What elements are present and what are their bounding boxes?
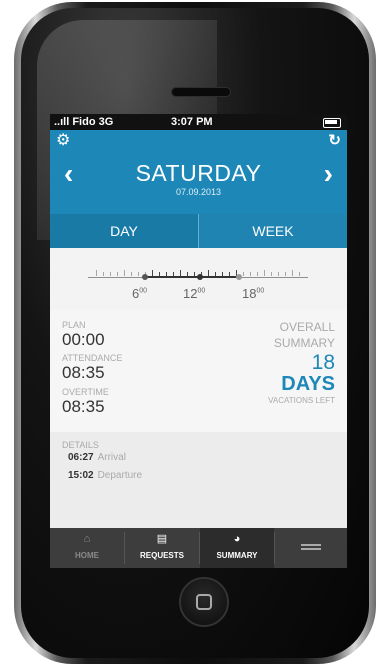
- view-tabs: DAY WEEK: [50, 214, 347, 248]
- refresh-icon[interactable]: ↻: [328, 133, 341, 149]
- timeline-tick: [103, 272, 104, 276]
- details-label: DETAILS: [62, 440, 99, 450]
- detail-desc: Arrival: [97, 452, 126, 463]
- tab-day[interactable]: DAY: [50, 214, 198, 248]
- timeline-tick: [271, 272, 272, 276]
- gear-icon[interactable]: ⚙: [56, 133, 70, 149]
- timeline-tick: [243, 272, 244, 276]
- timeline-label-6: 600: [132, 286, 148, 301]
- timeline-tick: [278, 272, 279, 276]
- timeline-tick: [131, 272, 132, 276]
- timeline-tick: [208, 270, 209, 276]
- tabbar-summary-label: SUMMARY: [216, 551, 258, 560]
- tabbar-summary[interactable]: ◕ SUMMARY: [200, 528, 274, 568]
- date-header: ⚙ ↻ ‹ › SATURDAY 07.09.2013: [50, 130, 347, 214]
- status-bar: ..ıll Fido 3G 3:07 PM: [50, 114, 347, 130]
- detail-desc: Departure: [97, 470, 143, 481]
- summary-line2: SUMMARY: [273, 336, 335, 350]
- timeline-tick: [299, 272, 300, 276]
- timeline-tick: [194, 272, 195, 276]
- vacation-days-count: 18: [311, 351, 335, 374]
- detail-time: 06:27: [68, 452, 94, 463]
- battery-icon: [323, 118, 341, 128]
- timeline-tick: [229, 272, 230, 276]
- vacations-left-label: VACATIONS LEFT: [268, 396, 335, 405]
- overtime-label: OVERTIME: [62, 387, 109, 397]
- day-date: 07.09.2013: [175, 187, 222, 197]
- overtime-value: 08:35: [62, 397, 105, 416]
- timeline-tick: [264, 270, 265, 276]
- tabbar-requests[interactable]: ▤ REQUESTS: [125, 528, 199, 568]
- document-icon: ▤: [156, 533, 168, 545]
- timeline-label-12: 1200: [183, 286, 206, 301]
- timeline-tick: [96, 270, 97, 276]
- detail-row: 15:02 Departure: [68, 470, 142, 481]
- timeline-tick: [124, 270, 125, 276]
- home-square-icon: [196, 594, 212, 610]
- timeline-end-dot: [236, 274, 242, 280]
- bottom-tab-bar: ⌂ HOME ▤ REQUESTS ◕ SUMMARY: [50, 528, 347, 568]
- timeline-tick: [250, 272, 251, 276]
- tabbar-home[interactable]: ⌂ HOME: [50, 528, 124, 568]
- timeline-tick: [173, 272, 174, 276]
- details-panel: DETAILS 06:27 Arrival 15:02 Departure: [50, 432, 347, 528]
- timeline-now-dot: [197, 274, 203, 280]
- earpiece-speaker: [171, 87, 231, 97]
- tab-week[interactable]: WEEK: [199, 214, 347, 248]
- timeline-tick: [285, 272, 286, 276]
- timeline-tick: [166, 272, 167, 276]
- detail-time: 15:02: [68, 470, 94, 481]
- menu-icon: [301, 544, 321, 546]
- day-timeline[interactable]: 600 1200 1800: [50, 248, 347, 310]
- timeline-tick: [215, 272, 216, 276]
- timeline-active-span: [145, 276, 241, 278]
- day-title: SATURDAY: [135, 160, 262, 186]
- timeline-tick: [187, 272, 188, 276]
- summary-line1: OVERALL: [279, 320, 335, 334]
- pie-chart-icon: ◕: [233, 533, 241, 545]
- timeline-tick: [222, 272, 223, 276]
- timeline-tick: [152, 270, 153, 276]
- attendance-value: 08:35: [62, 363, 105, 382]
- timeline-tick: [110, 272, 111, 276]
- plan-label: PLAN: [62, 320, 86, 330]
- timeline-tick: [117, 272, 118, 276]
- timeline-tick: [180, 270, 181, 276]
- tabbar-requests-label: REQUESTS: [139, 551, 184, 560]
- timeline-tick: [138, 272, 139, 276]
- status-time: 3:07 PM: [171, 116, 213, 128]
- detail-row: 06:27 Arrival: [68, 452, 126, 463]
- home-icon: ⌂: [83, 533, 91, 545]
- vacation-days-unit: DAYS: [281, 373, 335, 395]
- tabbar-home-label: HOME: [75, 551, 99, 560]
- plan-value: 00:00: [62, 330, 105, 349]
- tabbar-menu[interactable]: [275, 528, 347, 568]
- app-screen: ..ıll Fido 3G 3:07 PM ⚙ ↻ ‹ › SATURDAY 0…: [50, 114, 347, 568]
- timeline-tick: [257, 272, 258, 276]
- timeline-tick: [292, 270, 293, 276]
- timeline-tick: [159, 272, 160, 276]
- home-hardware-button[interactable]: [179, 577, 229, 627]
- attendance-label: ATTENDANCE: [62, 353, 123, 363]
- carrier-label: ..ıll Fido 3G: [54, 116, 114, 128]
- timeline-start-dot: [142, 274, 148, 280]
- timeline-label-18: 1800: [242, 286, 265, 301]
